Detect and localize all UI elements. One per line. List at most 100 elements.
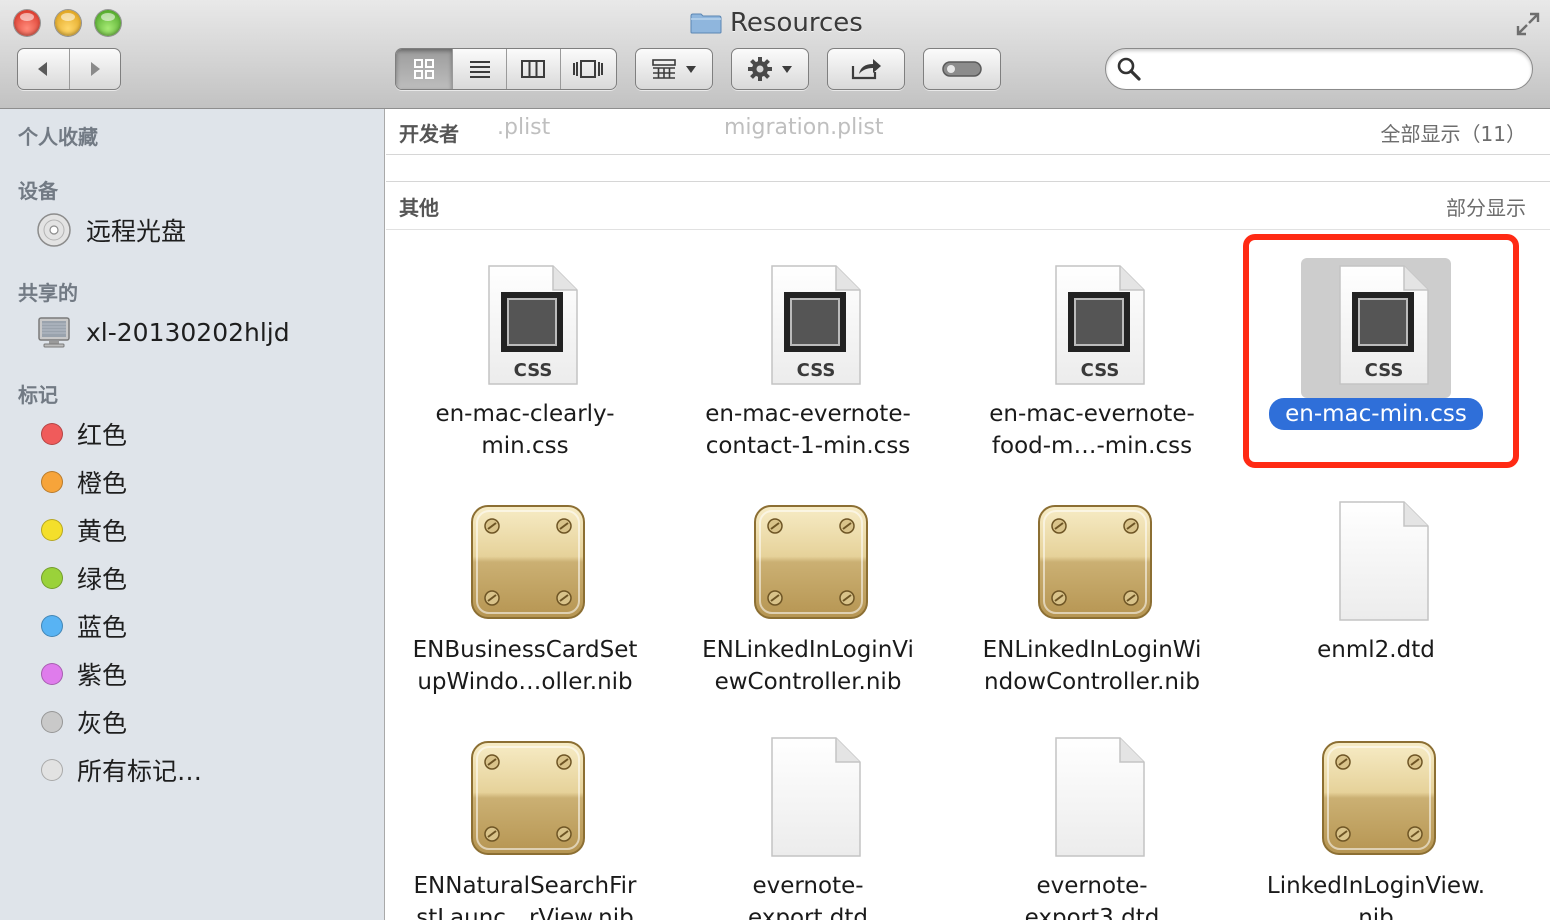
minimize-window-button[interactable]: [55, 10, 81, 36]
sidebar-item-label: 远程光盘: [86, 217, 187, 246]
tag-color-dot-icon: [41, 615, 63, 637]
sidebar-item-tag[interactable]: 黄色: [36, 510, 127, 550]
divider: [386, 229, 1550, 230]
file-item[interactable]: evernote-export.dtd: [673, 730, 943, 920]
css-file-badge-icon: CSS: [1068, 292, 1130, 381]
file-name-line: en-mac-evernote-: [989, 401, 1195, 427]
file-icon-container: [450, 730, 600, 870]
list-view-button[interactable]: [452, 49, 506, 89]
close-window-button[interactable]: [14, 10, 40, 36]
file-name-line: ENNaturalSearchFir: [413, 873, 637, 899]
list-view-icon: [469, 61, 490, 78]
file-item[interactable]: CSS en-mac-evernote-food-m…-min.css: [957, 258, 1227, 462]
sidebar-item-tag[interactable]: 绿色: [36, 558, 127, 598]
sidebar-item-tag[interactable]: 蓝色: [36, 606, 127, 646]
chevron-down-icon: [686, 66, 696, 73]
file-name-line: ENLinkedInLoginWi: [982, 637, 1202, 663]
sidebar-item-label: xl-20130202hljd: [86, 317, 290, 347]
zoom-window-button[interactable]: [95, 10, 121, 36]
svg-text:CSS: CSS: [514, 360, 553, 381]
sidebar-item-tag[interactable]: 灰色: [36, 702, 127, 742]
sidebar-item-tag[interactable]: 所有标记…: [36, 750, 202, 790]
sidebar-item-label: 灰色: [77, 709, 128, 738]
chevron-down-icon: [782, 66, 792, 73]
column-view-button[interactable]: [506, 49, 560, 89]
sidebar-heading-favorites[interactable]: 个人收藏: [18, 121, 98, 150]
blank-document-icon: [771, 737, 861, 857]
coverflow-view-icon: [573, 60, 604, 78]
sidebar-item-remote-disc[interactable]: 远程光盘: [36, 210, 186, 250]
file-item[interactable]: LinkedInLoginView. nib: [1241, 730, 1511, 920]
search-field[interactable]: [1105, 48, 1533, 90]
file-item[interactable]: ENLinkedInLoginWi ndowController.nib: [957, 494, 1227, 698]
nib-file-icon: [1322, 741, 1436, 855]
nib-file-icon: [754, 505, 868, 619]
file-item[interactable]: ENBusinessCardSet upWindo…oller.nib: [390, 494, 660, 698]
svg-text:CSS: CSS: [797, 360, 836, 381]
arrange-button[interactable]: [635, 48, 713, 90]
tag-button[interactable]: [923, 48, 1001, 90]
share-button[interactable]: [827, 48, 905, 90]
sidebar-heading-devices[interactable]: 设备: [18, 175, 58, 204]
file-name-line: evernote-: [1036, 873, 1148, 899]
sidebar-item-tag[interactable]: 红色: [36, 414, 127, 454]
sidebar-item-label: 橙色: [77, 469, 128, 498]
file-name-line: export.dtd: [747, 905, 869, 920]
show-all-link[interactable]: 全部显示（11）: [1381, 118, 1526, 147]
file-item[interactable]: enml2.dtd: [1241, 494, 1511, 666]
file-item[interactable]: ENLinkedInLoginVi ewController.nib: [673, 494, 943, 698]
file-name-line: en-mac-evernote-: [705, 401, 911, 427]
file-name-line: ndowController.nib: [984, 669, 1200, 695]
forward-arrow-icon: [90, 62, 100, 76]
sidebar-heading-tags[interactable]: 标记: [18, 379, 58, 408]
file-item[interactable]: ENNaturalSearchFir stLaunc…rView.nib: [390, 730, 660, 920]
file-name: ENLinkedInLoginWi ndowController.nib: [957, 634, 1227, 698]
file-name-line: food-m…-min.css: [991, 433, 1193, 459]
sidebar-item-label: 黄色: [77, 517, 128, 546]
search-icon: [1117, 57, 1141, 81]
forward-button[interactable]: [68, 49, 120, 89]
fullscreen-icon[interactable]: [1514, 10, 1542, 38]
file-icon-container: [733, 494, 883, 634]
file-browser: 开发者 全部显示（11） .plist migration.plist 其他 部…: [386, 109, 1550, 920]
back-button[interactable]: [18, 49, 69, 89]
file-item[interactable]: CSS en-mac-clearly-min.css: [390, 258, 660, 462]
file-name-line: ewController.nib: [714, 669, 902, 695]
arrange-grid-icon: [652, 59, 676, 79]
sidebar-item-tag[interactable]: 紫色: [36, 654, 127, 694]
file-icon-container: CSS: [1017, 258, 1167, 398]
section-header-other: 其他 部分显示: [386, 183, 1550, 229]
disc-icon: [37, 213, 71, 247]
show-less-link[interactable]: 部分显示: [1446, 192, 1526, 221]
selection-highlight-annotation: [1243, 234, 1519, 468]
sidebar: 个人收藏 设备 远程光盘 共享的 xl-20130202hljd 标记 红色橙色…: [0, 109, 385, 920]
sidebar-heading-shared[interactable]: 共享的: [18, 277, 78, 306]
faded-file-name: .plist: [497, 115, 551, 140]
file-name: en-mac-evernote-contact-1-min.css: [673, 398, 943, 462]
tag-color-dot-icon: [41, 711, 63, 733]
file-item[interactable]: CSS en-mac-evernote-contact-1-min.css: [673, 258, 943, 462]
divider: [386, 181, 1550, 182]
gear-icon: [748, 57, 772, 81]
svg-text:CSS: CSS: [1081, 360, 1120, 381]
icon-view-button[interactable]: [396, 49, 453, 89]
sidebar-item-tag[interactable]: 橙色: [36, 462, 127, 502]
file-icon-container: CSS: [733, 258, 883, 398]
action-button[interactable]: [731, 48, 809, 90]
faded-file-name: migration.plist: [724, 115, 884, 140]
file-item[interactable]: evernote-export3.dtd: [957, 730, 1227, 920]
file-icon-container: [1017, 494, 1167, 634]
nib-file-icon: [1038, 505, 1152, 619]
share-icon: [851, 59, 881, 80]
tag-color-dot-icon: [41, 567, 63, 589]
file-name: ENLinkedInLoginVi ewController.nib: [673, 634, 943, 698]
back-forward-control: [17, 48, 121, 90]
section-title: 开发者: [399, 121, 459, 146]
section-header-developer: 开发者 全部显示（11）: [386, 109, 1550, 155]
nib-file-icon: [471, 741, 585, 855]
folder-icon: [690, 13, 722, 34]
coverflow-view-button[interactable]: [559, 49, 616, 89]
sidebar-item-shared-computer[interactable]: xl-20130202hljd: [36, 312, 290, 352]
file-name-line: upWindo…oller.nib: [417, 669, 633, 695]
search-input[interactable]: [1150, 56, 1532, 82]
